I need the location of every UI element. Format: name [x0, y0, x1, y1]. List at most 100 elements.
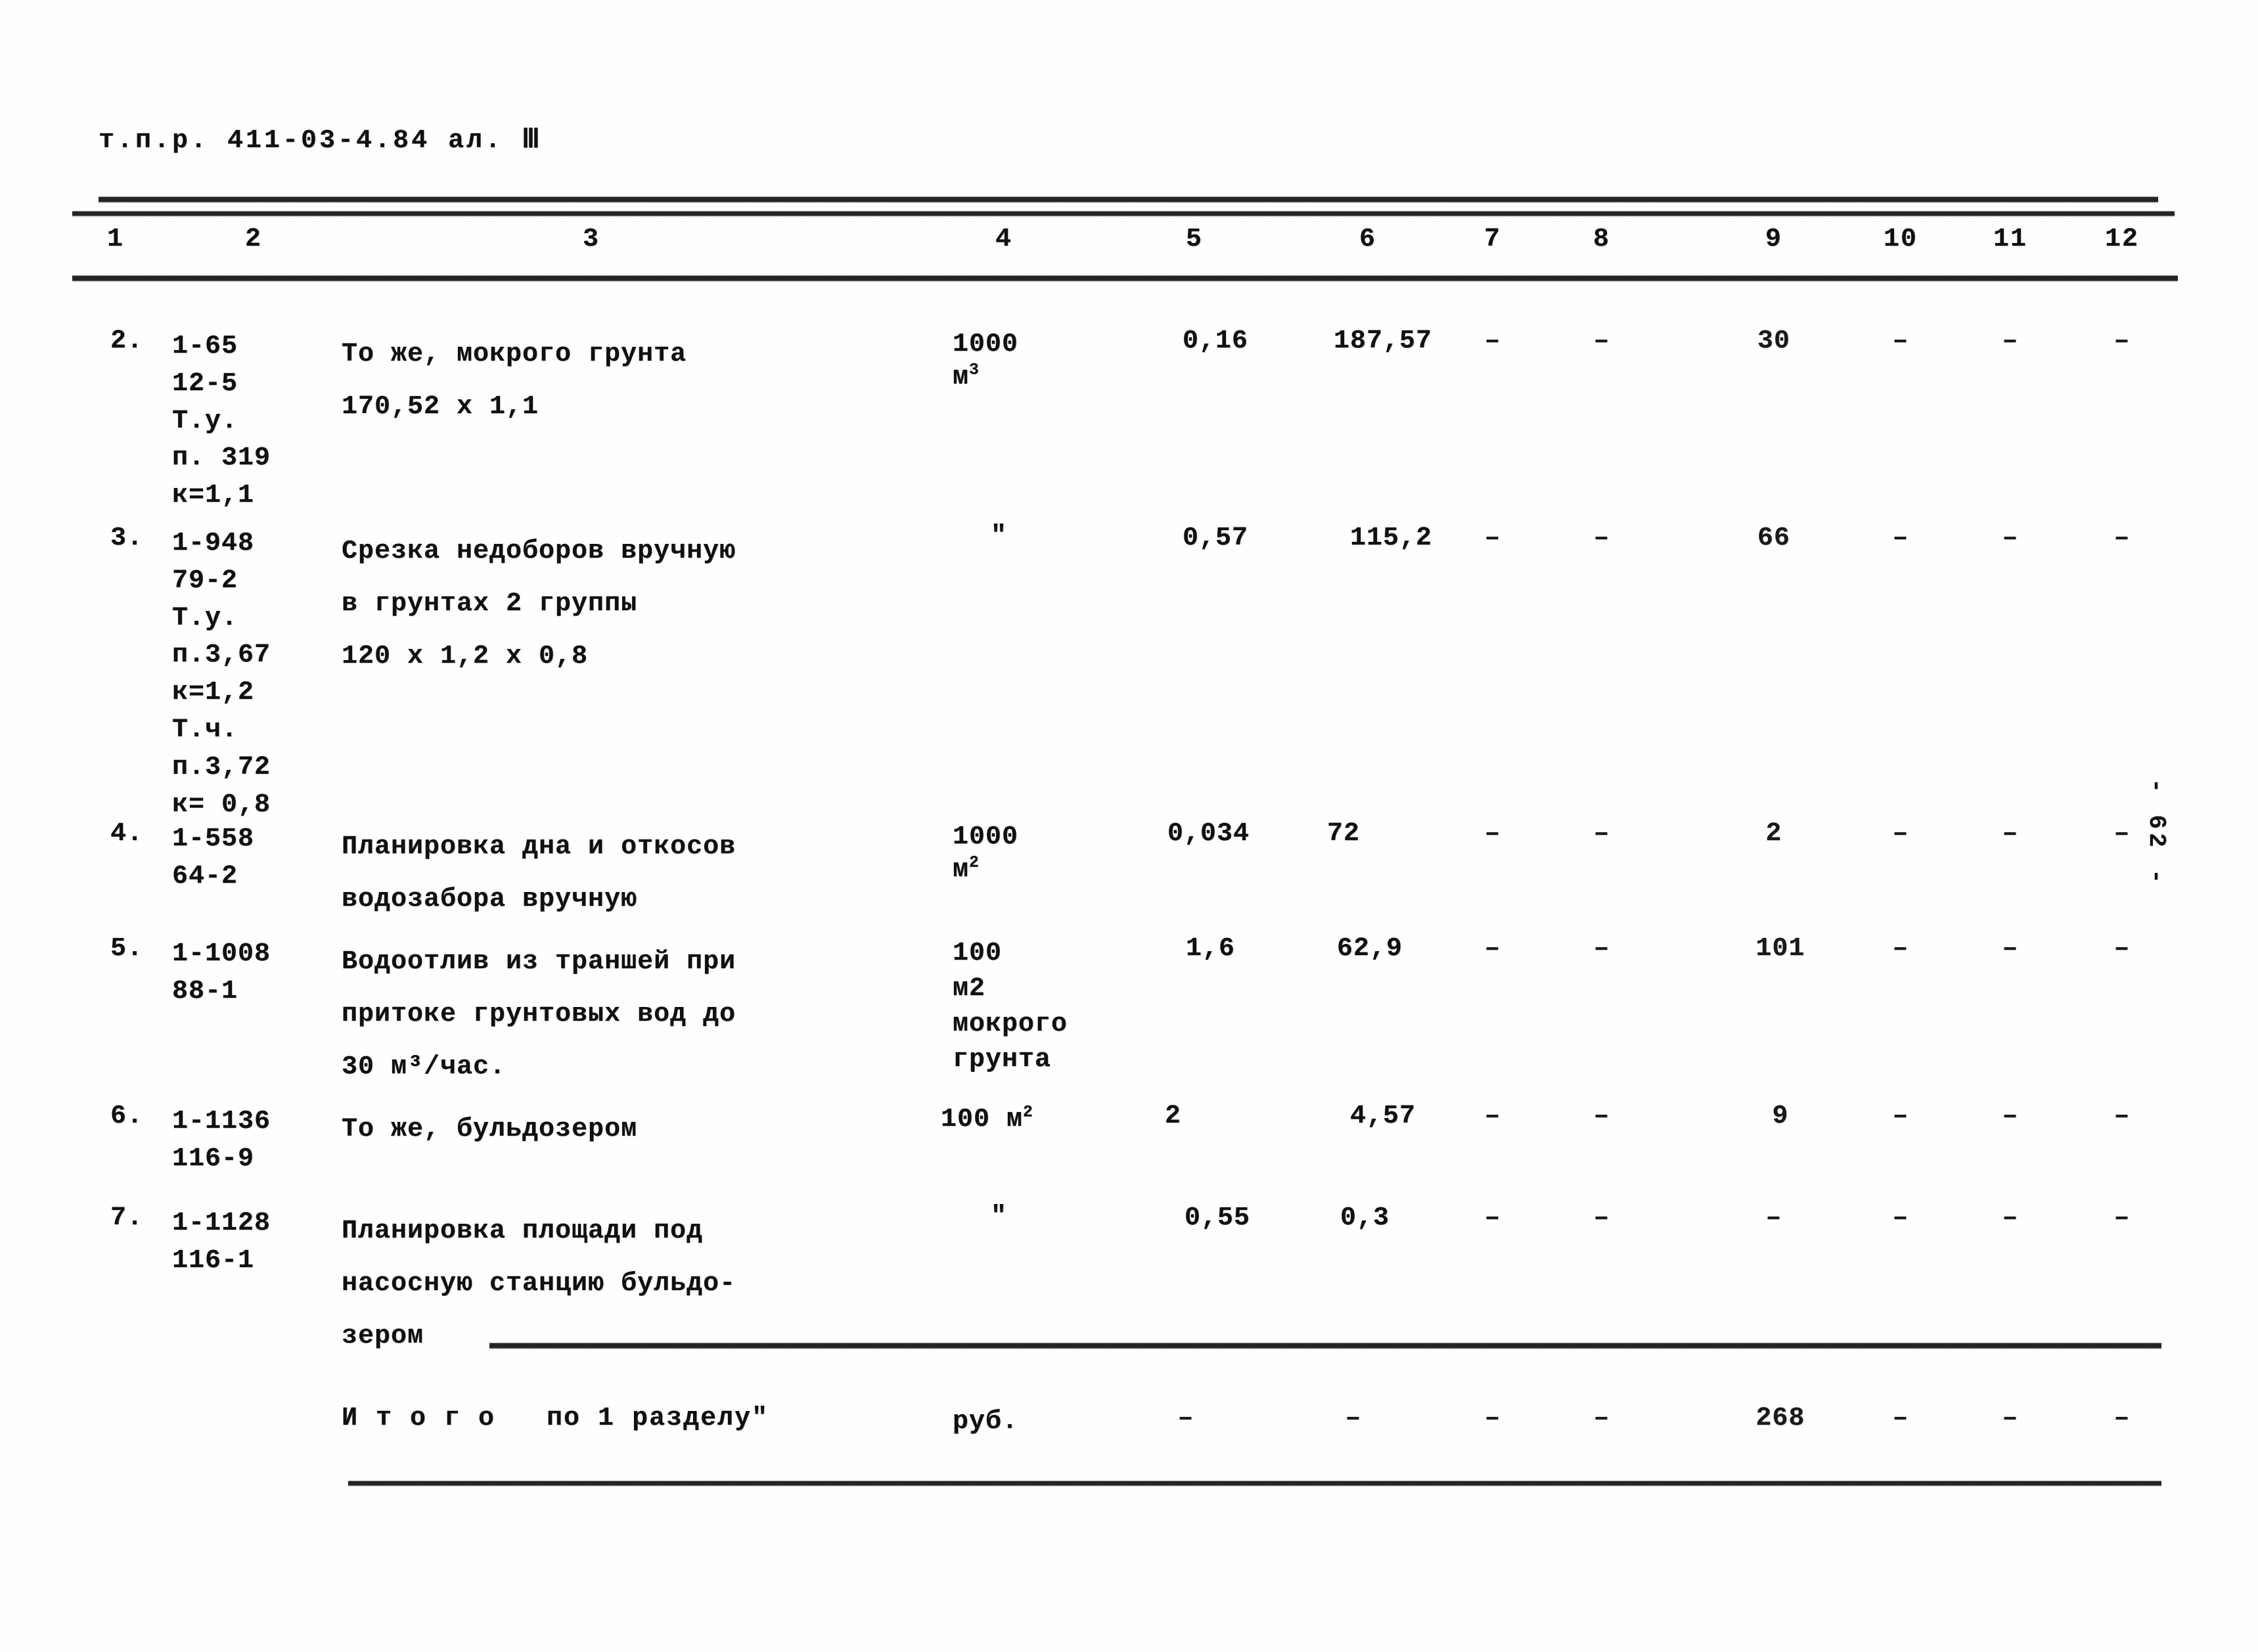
row-code-block: 1-1128 116-1	[172, 1205, 271, 1280]
code-line: 1-1008	[172, 939, 271, 969]
row-col6: 187,57	[1333, 326, 1432, 356]
column-number-9: 9	[1765, 225, 1783, 254]
row-unit: 1000 м3	[953, 328, 1018, 394]
row-index: 7.	[110, 1203, 144, 1233]
row-code-block: 1-1008 88-1	[172, 936, 271, 1011]
page-number: - 62 -	[2143, 778, 2171, 887]
code-line: 1-65	[172, 332, 238, 361]
total-col8: –	[1593, 1404, 1610, 1433]
desc-line: водозабора вручную	[342, 885, 638, 914]
row-index: 3.	[110, 524, 144, 553]
row-code-block: 1-65 12-5 Т.у. п. 319 к=1,1	[172, 328, 271, 515]
desc-line: зером	[342, 1322, 424, 1351]
row-code-block: 1-558 64-2	[172, 821, 254, 896]
document-header-code: т.п.р. 411-03-4.84 ал. Ⅲ	[99, 126, 543, 156]
row-col11: –	[2002, 934, 2019, 964]
row-col7: –	[1484, 524, 1501, 553]
code-line: 1-1128	[172, 1209, 271, 1238]
row-col12: –	[2113, 326, 2131, 356]
desc-line: в грунтах 2 группы	[342, 589, 638, 619]
code-line: п.3,72	[172, 752, 271, 782]
row-col12: –	[2113, 524, 2131, 553]
desc-line: То же, бульдозером	[342, 1115, 638, 1144]
unit-line: 100 м	[941, 1105, 1024, 1134]
row-col5: 0,16	[1182, 326, 1248, 356]
table-top-rule-second	[72, 212, 2175, 215]
row-description: То же, мокрого грунта 170,52 х 1,1	[342, 328, 687, 434]
unit-line: "	[991, 1202, 1008, 1232]
row-col8: –	[1593, 819, 1610, 849]
row-col10: –	[1892, 524, 1909, 553]
desc-line: 120 х 1,2 х 0,8	[342, 642, 589, 671]
row-col9: –	[1765, 1203, 1782, 1233]
row-col12: –	[2113, 1102, 2131, 1131]
total-unit: руб.	[953, 1407, 1019, 1437]
row-unit: 100 м2 мокрого грунта	[953, 936, 1068, 1078]
code-line: п. 319	[172, 443, 271, 474]
row-col8: –	[1593, 934, 1610, 964]
column-number-8: 8	[1592, 225, 1611, 254]
row-col7: –	[1484, 1203, 1501, 1233]
row-col9: 101	[1755, 934, 1805, 964]
row-unit: 1000 м2	[953, 821, 1018, 887]
row-col11: –	[2002, 819, 2019, 849]
row-col8: –	[1593, 326, 1610, 356]
row-col10: –	[1892, 1203, 1909, 1233]
desc-line: Срезка недоборов вручную	[342, 537, 736, 566]
column-number-11: 11	[1993, 225, 2028, 254]
row-description: Планировка площади под насосную станцию …	[342, 1205, 736, 1363]
row-unit: 100 м2	[941, 1104, 1033, 1136]
code-line: к=1,2	[172, 678, 255, 708]
code-line: 116-1	[172, 1245, 255, 1276]
row-col11: –	[2002, 1102, 2019, 1131]
code-line: 1-948	[172, 529, 255, 558]
desc-line: 30 м³/час.	[342, 1052, 507, 1082]
total-col6: –	[1345, 1404, 1362, 1433]
row-col5: 1,6	[1185, 934, 1235, 964]
code-line: Т.у.	[172, 603, 238, 633]
unit-line: м	[953, 855, 970, 885]
row-col6: 4,57	[1349, 1102, 1416, 1131]
row-col12: –	[2113, 1203, 2131, 1233]
unit-line: мокрого	[953, 1010, 1068, 1039]
total-col12: –	[2113, 1404, 2131, 1433]
row-col7: –	[1484, 326, 1501, 356]
row-col10: –	[1892, 1102, 1909, 1131]
code-line: Т.ч.	[172, 715, 238, 745]
row-col9: 66	[1757, 524, 1791, 553]
desc-line: Водоотлив из траншей при	[342, 947, 736, 977]
code-line: 12-5	[172, 368, 238, 399]
row-col12: –	[2113, 819, 2131, 849]
desc-line: притоке грунтовых вод до	[342, 1000, 736, 1029]
unit-line: 100	[953, 939, 1003, 968]
total-label: И т о г о по 1 разделу"	[342, 1404, 769, 1433]
total-col7: –	[1484, 1404, 1501, 1433]
column-number-4: 4	[995, 225, 1013, 254]
row-col9: 30	[1757, 326, 1791, 356]
total-col10: –	[1892, 1404, 1909, 1433]
code-line: 64-2	[172, 861, 238, 891]
column-number-3: 3	[582, 225, 600, 254]
row-col10: –	[1892, 326, 1909, 356]
desc-line: насосную станцию бульдо-	[342, 1269, 736, 1299]
total-col9: 268	[1755, 1404, 1805, 1433]
row-col8: –	[1593, 1102, 1610, 1131]
row-col11: –	[2002, 524, 2019, 553]
unit-line: грунта	[953, 1045, 1052, 1075]
row-description: Планировка дна и откосов водозабора вруч…	[342, 821, 736, 926]
column-number-10: 10	[1883, 225, 1918, 254]
row-col7: –	[1484, 1102, 1501, 1131]
row-description: Срезка недоборов вручную в грунтах 2 гру…	[342, 525, 736, 683]
row-col6: 115,2	[1349, 524, 1432, 553]
row-code-block: 1-948 79-2 Т.у. п.3,67 к=1,2 Т.ч. п.3,72…	[172, 525, 271, 824]
desc-line: Планировка дна и откосов	[342, 832, 736, 862]
column-number-2: 2	[244, 225, 263, 254]
unit-line: "	[991, 522, 1008, 551]
row-col8: –	[1593, 1203, 1610, 1233]
row-col6: 0,3	[1340, 1203, 1389, 1233]
row-col10: –	[1892, 934, 1909, 964]
code-line: 1-1136	[172, 1107, 271, 1136]
row-col5: 2	[1164, 1102, 1181, 1131]
table-top-rule	[99, 197, 2158, 202]
row-col7: –	[1484, 819, 1501, 849]
